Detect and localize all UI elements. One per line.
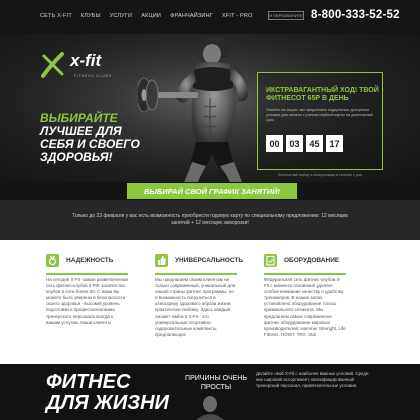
trainer-photo-image [196,396,224,420]
athlete-figure-image [138,36,248,182]
feature-divider [46,273,128,275]
nav-item-network[interactable]: СЕТЬ X-FIT [40,13,72,19]
hero-headline-line4: ЗДОРОВЬЯ! [40,150,113,164]
brand-name: x-fit [70,51,102,70]
section-subtitle: ПРИЧИНЫ ОЧЕНЬ ПРОСТЫ [185,375,247,391]
timer-hours: 03 [286,135,303,152]
main-menu: СЕТЬ X-FIT КЛУБЫ УСЛУГИ АКЦИИ ФРАНЧАЙЗИН… [40,13,253,19]
timer-seconds: 17 [326,135,343,152]
promo-box: ИКСТРАВАГАНТНЫЙ ХОД! ТВОЙ ФИТНЕСОТ 65Р В… [257,72,383,170]
features-section: НАДЕЖНОСТЬ На сегодня X-Fit -самая разве… [0,240,420,364]
brand-logo[interactable]: x-fit FITNESS CLUBS [40,51,111,78]
timer-minutes: 45 [306,135,323,152]
section-description: Делайте свой X-Fit с наиболее важных усл… [256,371,369,388]
offer-section: Только до 23 февраля у вас есть возможно… [0,200,420,240]
phone-number[interactable]: 8-800-333-52-52 [311,9,400,21]
hero-headline: ВЫБИРАЙТЕ ЛУЧШЕЕ ДЛЯ СЕБЯ И СВОЕГО ЗДОРО… [40,112,150,164]
xfit-logo-icon [41,52,64,78]
clipboard-check-icon [264,254,277,267]
feature-header: УНИВЕРСАЛЬНОСТЬ [155,254,243,267]
countdown-timer: 00 03 45 17 [266,135,343,152]
feature-divider [155,273,237,275]
fitness-for-life-section: ФИТНЕС ДЛЯ ЖИЗНИ ПРИЧИНЫ ОЧЕНЬ ПРОСТЫ Де… [0,364,420,420]
timer-days: 00 [266,135,283,152]
feature-title: УНИВЕРСАЛЬНОСТЬ [175,257,244,264]
feature-title: ОБОРУДОВАНИЕ [284,257,340,264]
top-navigation-bar: СЕТЬ X-FIT КЛУБЫ УСЛУГИ АКЦИИ ФРАНЧАЙЗИН… [0,0,420,34]
feature-text: Мы предлагаем своим клиентам не только с… [155,277,236,337]
callback-button[interactable]: Я ПЕРЕЗВОНИТЕ [268,11,304,20]
section-title-line1: ФИТНЕС [46,371,131,393]
feature-divider [264,273,346,275]
promo-title: ИКСТРАВАГАНТНЫЙ ХОД! ТВОЙ ФИТНЕСОТ 65Р В… [266,87,379,102]
nav-item-franchising[interactable]: ФРАНЧАЙЗИНГ [170,13,213,19]
promo-note: Бесплатный выбор и консультация в течени… [278,173,362,177]
promo-description: Успейте на акцию, мы предлагаем подарочн… [266,108,373,122]
offer-text: Только до 23 февраля у вас есть возможно… [72,213,348,226]
section-title-line2: ДЛЯ ЖИЗНИ [46,392,169,414]
brand-tagline: FITNESS CLUBS [74,74,112,78]
nav-item-xfit-pro[interactable]: XFIT - PRO [222,13,253,19]
medal-icon [46,254,59,267]
choose-schedule-button[interactable]: ВЫБИРАЙ СВОЙ ГРАФИК ЗАНЯТИЙ! [127,183,297,199]
nav-item-promotions[interactable]: АКЦИИ [141,13,161,19]
nav-item-clubs[interactable]: КЛУБЫ [81,13,101,19]
feature-text: Федеральная сеть фитнес-клубов X-Fit с м… [264,277,346,337]
schedule-bar: ВЫБИРАЙ СВОЙ ГРАФИК ЗАНЯТИЙ! [0,182,420,200]
hero-section: x-fit FITNESS CLUBS ВЫБИРАЙТЕ ЛУЧШЕЕ ДЛЯ… [0,34,420,182]
landing-page: СЕТЬ X-FIT КЛУБЫ УСЛУГИ АКЦИИ ФРАНЧАЙЗИН… [0,0,420,420]
nav-item-services[interactable]: УСЛУГИ [110,13,133,19]
feature-header: ОБОРУДОВАНИЕ [264,254,339,267]
feature-header: НАДЕЖНОСТЬ [46,254,113,267]
feature-title: НАДЕЖНОСТЬ [66,257,114,264]
section-title: ФИТНЕС ДЛЯ ЖИЗНИ [46,372,169,414]
thumbs-up-icon [155,254,168,267]
feature-text: На сегодня X-Fit -самая разветвленная се… [46,277,128,325]
